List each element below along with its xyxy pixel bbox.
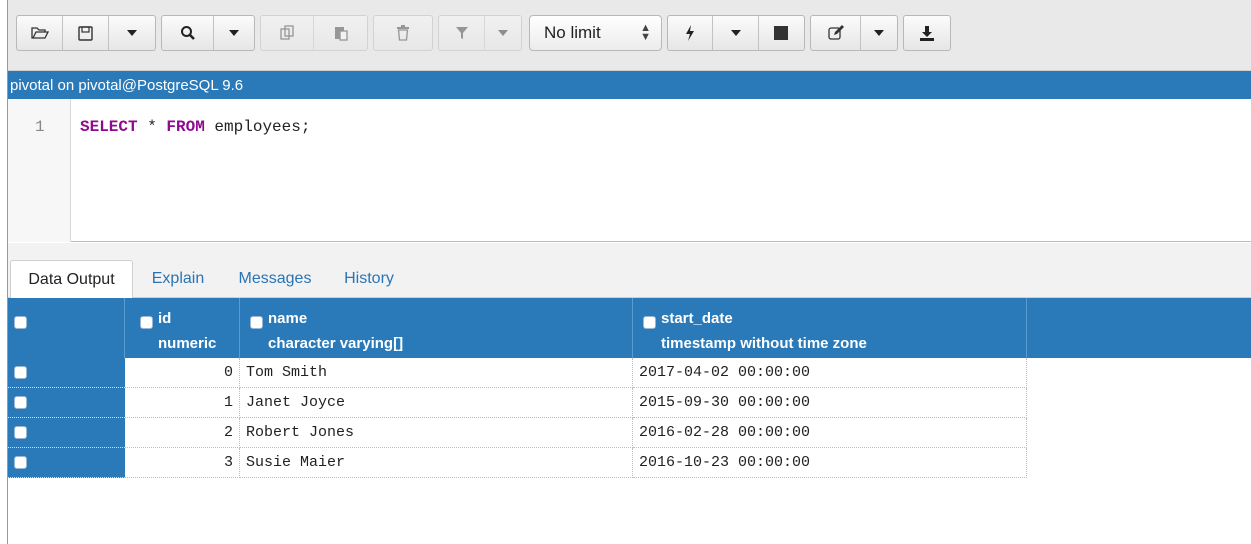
copy-button[interactable] [261,16,315,50]
delete-icon [396,25,410,41]
edit-icon [827,25,844,41]
column-type: numeric [158,335,217,352]
table-cell-start-date[interactable]: 2016-02-28 00:00:00 [633,418,1027,448]
row-checkbox[interactable] [14,366,27,379]
find-dropdown-button[interactable] [214,16,254,50]
tab-label: Data Output [28,271,115,288]
paste-icon [333,25,349,41]
query-toolbar: No limit ▲ ▼ [8,0,1251,71]
row-select [8,388,125,418]
clipboard-button-group [260,15,368,51]
table-cell-name[interactable]: Robert Jones [240,418,633,448]
row-checkbox[interactable] [14,426,27,439]
table-cell-id[interactable]: 3 [125,448,240,478]
row-select [8,418,125,448]
table-cell-start-date[interactable]: 2016-10-23 00:00:00 [633,448,1027,478]
file-button-group [16,15,156,51]
download-icon [919,25,935,41]
stop-icon [774,26,789,40]
column-name: name [268,310,308,327]
row-checkbox[interactable] [14,396,27,409]
delete-button[interactable] [374,16,432,50]
filter-dropdown-button[interactable] [485,16,521,50]
line-number: 1 [35,118,45,136]
download-button-group [903,15,951,51]
tab-label: History [344,270,394,287]
column-name: start_date [661,310,733,327]
delete-button-group [373,15,433,51]
result-tabs: Data Output Explain Messages History [8,243,1251,299]
tab-data-output[interactable]: Data Output [10,260,133,299]
edit-button[interactable] [811,16,861,50]
column-checkbox[interactable] [250,316,263,329]
line-number-gutter: 1 [8,99,71,242]
updown-arrows-icon: ▲ ▼ [640,22,651,43]
table-cell-id[interactable]: 0 [125,358,240,388]
execute-button-group [667,15,805,51]
sql-keyword: SELECT [80,118,138,136]
paste-button[interactable] [314,16,367,50]
table-cell-start-date[interactable]: 2015-09-30 00:00:00 [633,388,1027,418]
row-checkbox[interactable] [14,456,27,469]
tab-explain[interactable]: Explain [138,260,218,298]
row-limit-select[interactable]: No limit ▲ ▼ [529,15,662,51]
sql-token: * [137,118,167,136]
tab-label: Explain [151,270,205,287]
table-cell-id[interactable]: 1 [125,388,240,418]
table-cell-id[interactable]: 2 [125,418,240,448]
column-header-start-date[interactable]: start_date timestamp without time zone [633,298,1027,358]
chevron-down-icon [127,30,137,36]
download-button[interactable] [904,16,950,50]
chevron-down-icon [229,30,239,36]
chevron-down-icon [874,30,884,36]
column-checkbox[interactable] [643,316,656,329]
find-icon [180,25,196,41]
execute-icon [685,25,695,41]
open-file-button[interactable] [17,16,63,50]
column-header-name[interactable]: name character varying[] [240,298,633,358]
sql-token: employees; [204,118,311,136]
column-name: id [158,310,172,327]
row-select [8,448,125,478]
execute-button[interactable] [668,16,714,50]
filter-icon [455,26,469,40]
connection-bar: pivotal on pivotal@PostgreSQL 9.6 [8,71,1251,99]
window-left-edge [0,0,8,544]
sql-editor[interactable]: 1 SELECT * FROM employees; [8,99,1251,242]
column-header-id[interactable]: id numeric [125,298,240,358]
column-checkbox[interactable] [140,316,153,329]
save-icon [78,25,93,41]
code-line[interactable]: SELECT * FROM employees; [80,118,310,136]
table-cell-name[interactable]: Susie Maier [240,448,633,478]
sql-keyword: FROM [166,118,205,136]
find-button-group [161,15,255,51]
connection-label: pivotal on pivotal@PostgreSQL 9.6 [10,76,244,94]
chevron-down-icon [498,30,508,36]
table-cell-start-date[interactable]: 2017-04-02 00:00:00 [633,358,1027,388]
find-button[interactable] [162,16,214,50]
column-header-filler [1027,298,1251,358]
table-cell-name[interactable]: Janet Joyce [240,388,633,418]
filter-button-group [438,15,522,51]
select-all-checkbox[interactable] [14,316,27,329]
edit-dropdown-button[interactable] [861,16,897,50]
stop-button[interactable] [759,16,804,50]
table-cell-name[interactable]: Tom Smith [240,358,633,388]
filter-button[interactable] [439,16,485,50]
copy-icon [279,25,295,41]
save-dropdown-button[interactable] [109,16,155,50]
column-type: character varying[] [268,335,404,352]
tab-messages[interactable]: Messages [225,260,325,298]
select-all-header [8,298,125,358]
column-type: timestamp without time zone [661,335,867,352]
row-select [8,358,125,388]
chevron-down-icon [730,30,741,36]
open-folder-icon [30,26,49,40]
tab-history[interactable]: History [333,260,405,298]
edit-button-group [810,15,898,51]
save-button[interactable] [63,16,109,50]
execute-dropdown-button[interactable] [713,16,759,50]
row-limit-value: No limit [544,23,601,42]
tab-label: Messages [238,270,312,287]
